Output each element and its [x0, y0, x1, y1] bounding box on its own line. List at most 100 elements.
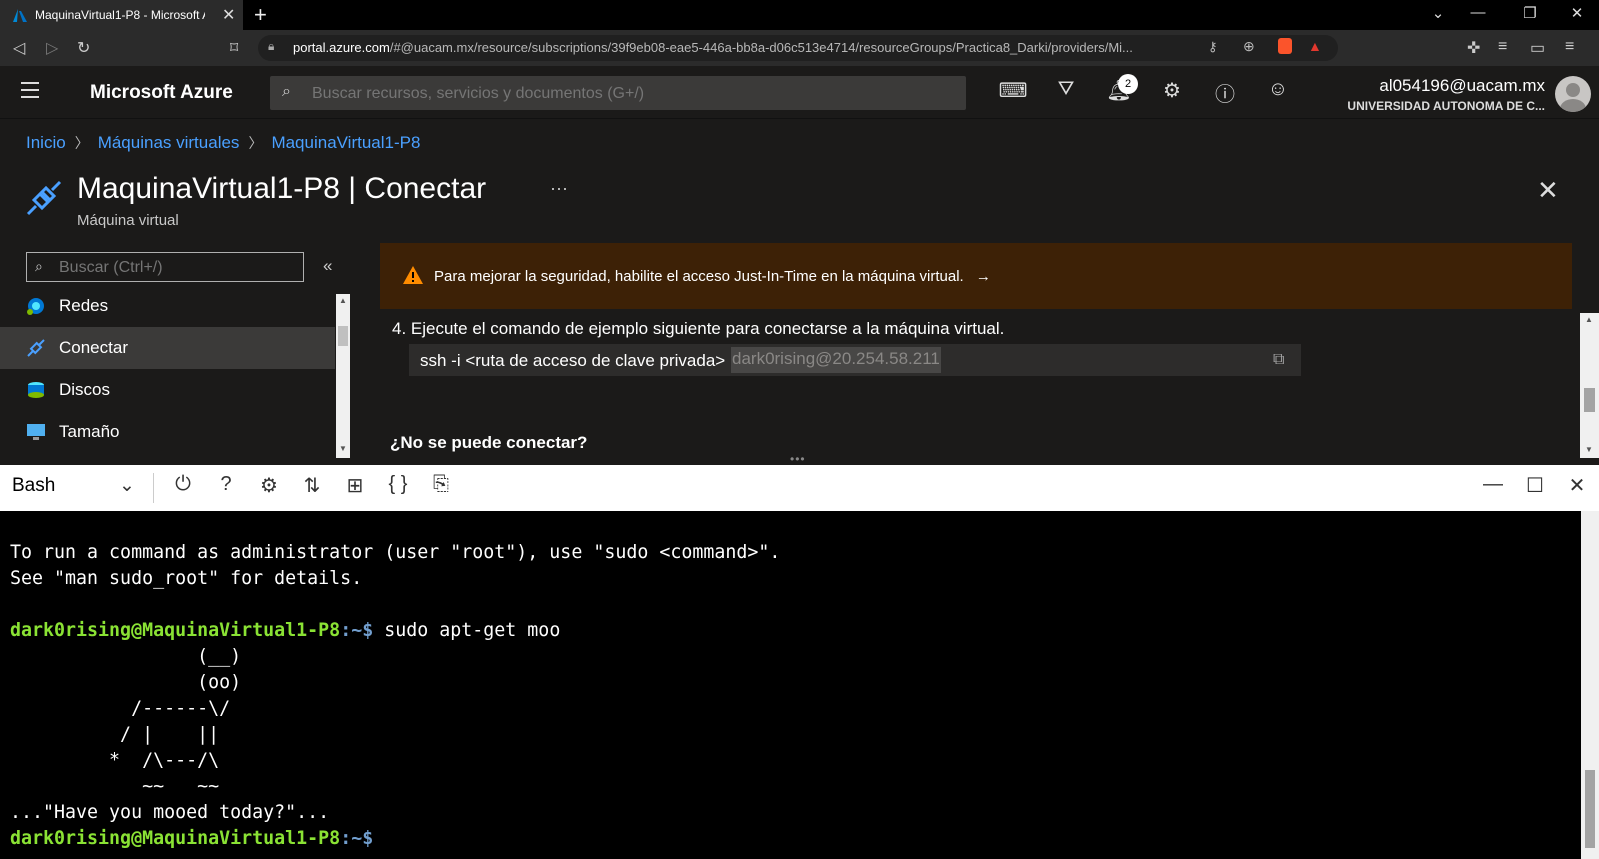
settings-icon[interactable]: ⚙	[254, 473, 284, 503]
sidebar-item-label: Conectar	[59, 338, 128, 357]
back-icon[interactable]: ◁	[13, 38, 25, 58]
upload-download-icon[interactable]: ⇅	[297, 473, 327, 503]
ssh-command-box[interactable]: ssh -i <ruta de acceso de clave privada>…	[409, 344, 1301, 376]
cloud-shell-icon[interactable]: ⌨	[998, 78, 1028, 106]
feedback-icon[interactable]: ☺	[1263, 78, 1293, 106]
brand-title[interactable]: Microsoft Azure	[90, 82, 233, 104]
browser-tab-strip: MaquinaVirtual1-P8 - Microsoft Azure ✕ +…	[0, 0, 1599, 30]
editor-braces-icon[interactable]: { }	[383, 473, 413, 503]
scroll-down-icon[interactable]: ▼	[339, 444, 347, 453]
extensions-icon[interactable]: ✜	[1467, 38, 1480, 58]
shell-type-select[interactable]: Bash	[12, 475, 55, 497]
minimize-window-icon[interactable]: —	[1458, 4, 1498, 21]
size-icon	[27, 424, 45, 440]
azure-logo-icon	[13, 9, 27, 22]
new-tab-icon[interactable]: +	[254, 2, 267, 28]
more-options-icon[interactable]: ···	[550, 178, 568, 199]
address-bar[interactable]: 🔒︎ portal.azure.com/#@uacam.mx/resource/…	[258, 35, 1338, 61]
scroll-up-icon[interactable]: ▲	[339, 296, 347, 305]
arrow-right-icon[interactable]: →	[976, 268, 991, 285]
terminal[interactable]: To run a command as administrator (user …	[0, 511, 1581, 859]
portal-menu-icon[interactable]	[21, 82, 39, 103]
global-search-input[interactable]	[310, 81, 954, 107]
brave-shield-icon[interactable]	[1278, 38, 1292, 54]
sidebar-item-label: Redes	[59, 296, 109, 315]
restore-window-icon[interactable]: ❐	[1510, 4, 1550, 22]
warning-text: Para mejorar la seguridad, habilite el a…	[434, 268, 964, 285]
key-icon[interactable]: ⚷	[1208, 39, 1218, 55]
sidebar-item-label: Tamaño	[59, 422, 120, 441]
global-search[interactable]: ⌕	[270, 76, 966, 110]
sidebar-item-conectar[interactable]: Conectar	[0, 327, 335, 369]
jit-warning-banner[interactable]: Para mejorar la seguridad, habilite el a…	[380, 243, 1572, 309]
account-info[interactable]: al054196@uacam.mx UNIVERSIDAD AUTONOMA D…	[1310, 76, 1545, 113]
menu-icon[interactable]: ≡	[1565, 38, 1574, 56]
new-session-icon[interactable]: ⊞	[340, 473, 370, 503]
zoom-icon[interactable]: ⊕	[1243, 38, 1255, 55]
restart-power-icon[interactable]: ⏻	[168, 473, 198, 503]
terminal-scrollbar-thumb[interactable]	[1585, 770, 1595, 848]
scrollbar-thumb[interactable]	[338, 326, 348, 346]
breadcrumb-vm[interactable]: MaquinaVirtual1-P8	[271, 133, 420, 152]
command-selected-text[interactable]: dark0rising@20.254.58.211	[731, 347, 941, 373]
sidebar-item-discos[interactable]: Discos	[0, 369, 335, 411]
minimize-shell-icon[interactable]: —	[1478, 473, 1508, 503]
search-icon: ⌕	[282, 83, 291, 100]
breadcrumb-virtual-machines[interactable]: Máquinas virtuales	[98, 133, 240, 152]
tab-close-icon[interactable]: ✕	[222, 5, 235, 25]
chevron-right-icon: 〉	[74, 135, 89, 151]
person-icon	[1560, 83, 1586, 112]
page-subtitle: Máquina virtual	[77, 212, 179, 229]
directory-filter-icon[interactable]: ⛛	[1051, 78, 1081, 106]
reload-icon[interactable]: ↻	[77, 38, 90, 58]
url-text: portal.azure.com/#@uacam.mx/resource/sub…	[293, 40, 1133, 55]
terminal-line: * /\---/\	[10, 750, 220, 771]
tab-search-icon[interactable]: ⌄	[1418, 4, 1458, 22]
collapse-menu-icon[interactable]: «	[323, 256, 332, 276]
lock-icon: 🔒︎	[268, 39, 275, 53]
settings-icon[interactable]: ⚙	[1157, 78, 1187, 106]
sidebar-scrollbar[interactable]: ▲ ▼	[336, 294, 350, 458]
playlist-icon[interactable]: ≡	[1498, 38, 1507, 56]
content-scrollbar[interactable]: ▲ ▼	[1580, 313, 1599, 458]
prompt-path: :~$	[340, 828, 374, 849]
close-blade-icon[interactable]: ✕	[1537, 175, 1559, 206]
wallet-icon[interactable]: ▭	[1530, 38, 1545, 58]
tab-title: MaquinaVirtual1-P8 - Microsoft Azure	[35, 8, 205, 22]
terminal-output: To run a command as administrator (user …	[10, 540, 780, 852]
sidebar-item-redes[interactable]: Redes	[0, 285, 335, 327]
maximize-shell-icon[interactable]: ☐	[1520, 473, 1550, 503]
scroll-up-icon[interactable]: ▲	[1585, 315, 1593, 324]
scrollbar-thumb[interactable]	[1584, 388, 1595, 412]
brave-rewards-icon[interactable]: ▲	[1308, 38, 1322, 54]
help-icon[interactable]: ⓘ	[1210, 78, 1240, 106]
user-organization: UNIVERSIDAD AUTONOMA DE C...	[1347, 99, 1545, 113]
terminal-line: (oo)	[10, 672, 242, 693]
sidebar-item-tamano[interactable]: Tamaño	[0, 411, 335, 453]
resize-handle[interactable]: •••	[790, 452, 806, 466]
terminal-line: /------\/	[10, 698, 231, 719]
terminal-line: See "man sudo_root" for details.	[10, 568, 363, 589]
close-window-icon[interactable]: ✕	[1557, 4, 1597, 22]
copy-icon[interactable]: ⧉	[1273, 351, 1284, 369]
breadcrumb-home[interactable]: Inicio	[26, 133, 66, 152]
web-preview-icon[interactable]: ⎘	[426, 473, 456, 503]
chevron-down-icon[interactable]: ⌄	[119, 474, 135, 497]
breadcrumb: Inicio 〉 Máquinas virtuales 〉 MaquinaVirtual…	[26, 133, 420, 153]
browser-tab[interactable]: MaquinaVirtual1-P8 - Microsoft Azure ✕	[0, 0, 243, 30]
menu-search-input[interactable]	[57, 256, 301, 280]
avatar[interactable]	[1555, 76, 1591, 112]
bookmark-icon[interactable]: ⌑	[230, 38, 238, 58]
forward-icon[interactable]: ▷	[46, 38, 58, 58]
menu-search[interactable]: ⌕	[26, 252, 304, 282]
terminal-line: (__)	[10, 646, 242, 667]
help-icon[interactable]: ?	[211, 473, 241, 503]
scroll-down-icon[interactable]: ▼	[1585, 445, 1593, 454]
prompt-user: dark0rising@MaquinaVirtual1-P8	[10, 620, 341, 641]
cloud-shell-toolbar: Bash ⌄ ⏻ ? ⚙ ⇅ ⊞ { } ⎘ — ☐ ✕	[0, 465, 1599, 511]
terminal-command: sudo apt-get moo	[373, 620, 561, 641]
browser-toolbar: ◁ ▷ ↻ ⌑ 🔒︎ portal.azure.com/#@uacam.mx/r…	[0, 30, 1599, 66]
close-shell-icon[interactable]: ✕	[1562, 473, 1592, 503]
connect-plug-icon	[26, 180, 62, 216]
terminal-cursor	[373, 828, 384, 849]
